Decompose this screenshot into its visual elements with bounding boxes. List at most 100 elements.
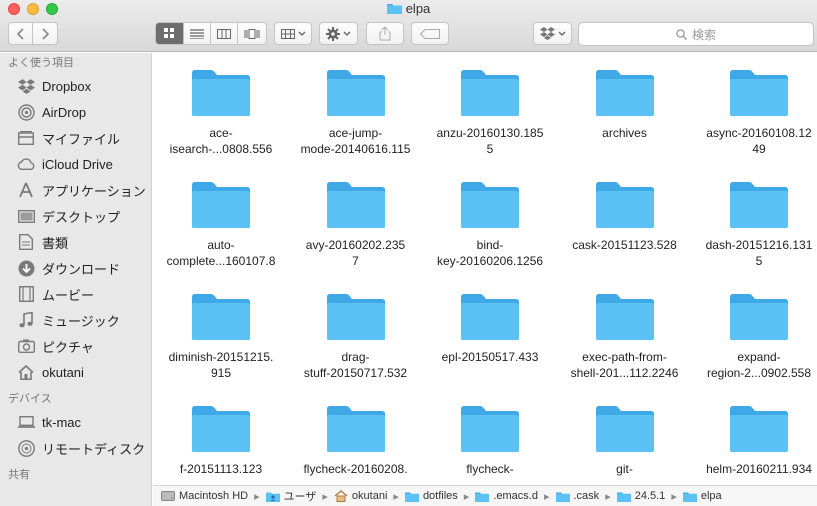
sidebar-item-applications[interactable]: アプリケーション — [0, 177, 151, 203]
folder-icon — [461, 406, 519, 452]
folder-name-line2: 49 — [752, 142, 766, 156]
breadcrumb-label: Macintosh HD — [179, 490, 249, 502]
sidebar-item-label: Dropbox — [42, 78, 92, 94]
folder-icon — [730, 70, 788, 116]
forward-button[interactable] — [33, 23, 57, 44]
search-input[interactable]: 検索 — [578, 22, 814, 46]
sidebar-item-remote-disc[interactable]: リモートディスク — [0, 435, 151, 461]
folder-item[interactable]: bind-key-20160206.1256 — [423, 181, 557, 269]
chevron-right-icon: ▸ — [671, 490, 677, 503]
sidebar-item-airdrop[interactable]: AirDrop — [0, 99, 151, 125]
folder-icon — [555, 490, 570, 502]
breadcrumb-item[interactable]: dotfiles — [404, 490, 458, 502]
folder-item[interactable]: auto-complete...160107.8 — [154, 181, 288, 269]
folder-name-line1: anzu-20160130.185 — [436, 126, 544, 140]
arrange-button[interactable] — [274, 22, 312, 45]
folder-item[interactable]: helm-20160211.934 — [692, 405, 817, 477]
folder-icon — [616, 490, 631, 502]
cover-flow-button[interactable] — [238, 23, 266, 44]
folder-item[interactable]: anzu-20160130.185 5 — [423, 69, 557, 157]
sidebar-item-home[interactable]: okutani — [0, 359, 151, 385]
folder-icon — [682, 490, 697, 502]
tags-button[interactable] — [411, 22, 449, 45]
sidebar-item-tk-mac[interactable]: tk-mac — [0, 409, 151, 435]
sidebar-item-icloud[interactable]: iCloud Drive — [0, 151, 151, 177]
list-icon — [190, 28, 205, 39]
folder-item[interactable]: cask-20151123.528 — [558, 181, 692, 253]
breadcrumb-item[interactable]: .emacs.d — [475, 490, 538, 502]
folder-name-line1: drag- — [341, 350, 370, 364]
folder-item[interactable]: diminish-20151215. 915 — [154, 293, 288, 381]
folder-name: cask-20151123.528 — [558, 237, 692, 253]
breadcrumb-item[interactable]: Macintosh HD — [161, 490, 248, 502]
airdrop-icon — [16, 103, 36, 121]
folder-item[interactable]: archives — [558, 69, 692, 141]
folder-item[interactable]: ace-isearch-...0808.556 — [154, 69, 288, 157]
sidebar-item-label: ミュージック — [42, 313, 120, 329]
back-button[interactable] — [9, 23, 34, 44]
folder-icon — [461, 182, 519, 228]
folder-name-line1: f-20151113.123 — [179, 462, 263, 476]
breadcrumb-item[interactable]: ユーザ — [265, 488, 316, 504]
folder-item[interactable]: ace-jump-mode-20140616.115 — [289, 69, 423, 157]
folder-name: exec-path-from-shell-201...112.2246 — [558, 349, 692, 381]
folder-name: helm-20160211.934 — [692, 461, 817, 477]
home-icon — [334, 490, 348, 502]
action-button[interactable] — [319, 22, 358, 45]
sidebar-item-desktop[interactable]: デスクトップ — [0, 203, 151, 229]
breadcrumb-item[interactable]: elpa — [682, 490, 722, 502]
folder-item[interactable]: exec-path-from-shell-201...112.2246 — [558, 293, 692, 381]
breadcrumb-item[interactable]: okutani — [334, 490, 387, 502]
folder-name-line2: 5 — [755, 254, 763, 268]
sidebar-item-all-files[interactable]: マイファイル — [0, 125, 151, 151]
breadcrumb-label: dotfiles — [422, 490, 458, 502]
sidebar: よく使う項目 Dropbox AirDrop マイファイル iCloud Dri… — [0, 53, 152, 506]
breadcrumb-item[interactable]: 24.5.1 — [616, 490, 665, 502]
sidebar-item-downloads[interactable]: ダウンロード — [0, 255, 151, 281]
icloud-icon — [16, 155, 36, 173]
breadcrumb-separator: ▸ — [665, 490, 683, 503]
folder-icon — [326, 406, 385, 452]
breadcrumb-item[interactable]: .cask — [555, 490, 599, 502]
folder-item[interactable]: expand-region-2...0902.558 — [692, 293, 817, 381]
list-view-button[interactable] — [184, 23, 211, 44]
sidebar-item-label: デスクトップ — [42, 209, 121, 225]
path-bar: Macintosh HD ▸ ユーザ ▸ okutani ▸ dotfiles ▸ .emacs… — [153, 485, 817, 506]
folder-item[interactable]: flycheck- — [423, 405, 557, 477]
movies-icon — [16, 285, 36, 303]
folder-icon — [475, 490, 490, 502]
sidebar-item-dropbox[interactable]: Dropbox — [0, 73, 151, 99]
folder-item[interactable]: epl-20150517.433 — [423, 293, 557, 365]
folder-item[interactable]: f-20151113.123 — [154, 405, 288, 477]
breadcrumb-separator: ▸ — [599, 490, 617, 503]
folder-item[interactable]: flycheck-20160208. — [289, 405, 423, 477]
sidebar-item-pictures[interactable]: ピクチャ — [0, 333, 151, 359]
dropbox-toolbar-button[interactable] — [533, 22, 572, 45]
dropbox-icon — [539, 27, 555, 40]
folder-item[interactable]: async-20160108.12 49 — [692, 69, 817, 157]
sidebar-item-movies[interactable]: ムービー — [0, 281, 151, 307]
computer-icon — [16, 413, 36, 431]
folder-item[interactable]: drag-stuff-20150717.532 — [289, 293, 423, 381]
sidebar-item-music[interactable]: ミュージック — [0, 307, 151, 333]
folder-icon — [192, 294, 250, 340]
folder-name-line1: dash-20151216.131 — [705, 238, 813, 252]
icon-view-button[interactable] — [156, 23, 185, 44]
breadcrumb-separator: ▸ — [538, 490, 556, 503]
hard-drive-icon — [161, 490, 175, 502]
desktop-icon — [16, 207, 36, 225]
folder-icon — [192, 70, 250, 116]
window-toolbar: elpa 検索 — [0, 0, 817, 52]
chevron-right-icon: ▸ — [543, 490, 550, 503]
folder-item[interactable]: dash-20151216.131 5 — [692, 181, 817, 269]
folder-name: epl-20150517.433 — [423, 349, 557, 365]
breadcrumb-label: okutani — [351, 490, 388, 502]
folder-item[interactable]: avy-20160202.235 7 — [289, 181, 423, 269]
arrange-grid-icon — [280, 28, 295, 39]
columns-icon — [216, 28, 231, 39]
folder-item[interactable]: git- — [558, 405, 692, 477]
sidebar-item-documents[interactable]: 書類 — [0, 229, 151, 255]
all-files-icon — [16, 129, 36, 147]
column-view-button[interactable] — [211, 23, 238, 44]
share-button[interactable] — [366, 22, 404, 45]
